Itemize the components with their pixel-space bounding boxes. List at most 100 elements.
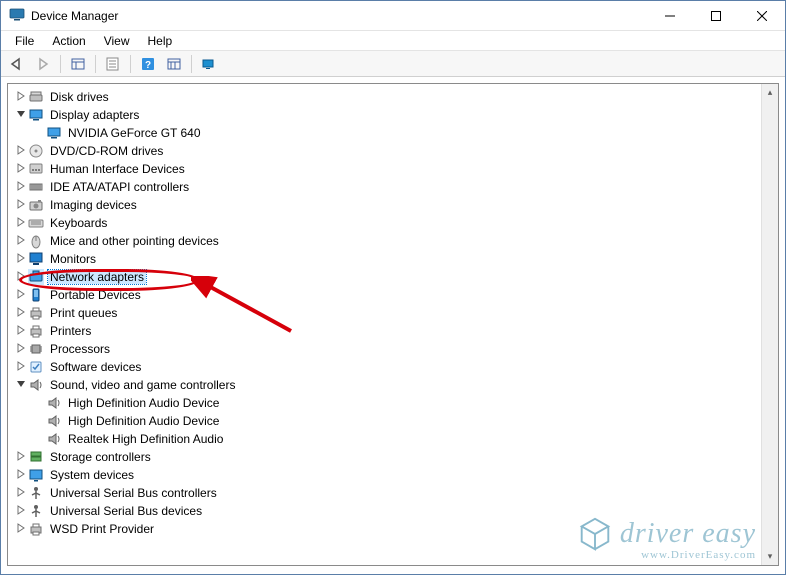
back-button[interactable] [5,53,29,75]
toolbar-separator [191,55,192,73]
expand-icon[interactable] [14,505,28,518]
menu-action[interactable]: Action [44,32,93,50]
menu-file[interactable]: File [7,32,42,50]
cpu-icon [28,341,44,357]
device-tree[interactable]: Disk drives Display adapters NVIDIA GeFor… [8,84,778,542]
close-button[interactable] [739,1,785,31]
tree-node[interactable]: NVIDIA GeForce GT 640 [10,124,776,142]
expand-icon[interactable] [14,163,28,176]
scroll-down-button[interactable]: ▾ [762,548,779,565]
toggle-blank [32,398,46,408]
expand-icon[interactable] [14,361,28,374]
tree-node-label: System devices [48,468,136,482]
expand-icon[interactable] [14,451,28,464]
speaker-icon [46,395,62,411]
tree-node[interactable]: Monitors [10,250,776,268]
expand-icon[interactable] [14,235,28,248]
tree-node[interactable]: Imaging devices [10,196,776,214]
tree-node-label: Portable Devices [48,288,143,302]
tree-node[interactable]: Universal Serial Bus controllers [10,484,776,502]
expand-icon[interactable] [14,487,28,500]
menu-view[interactable]: View [96,32,138,50]
tree-node[interactable]: Keyboards [10,214,776,232]
usb-icon [28,485,44,501]
tree-node[interactable]: DVD/CD-ROM drives [10,142,776,160]
tree-node[interactable]: Processors [10,340,776,358]
tree-node-label: NVIDIA GeForce GT 640 [66,126,203,140]
tree-node-label: Universal Serial Bus controllers [48,486,219,500]
tree-node[interactable]: System devices [10,466,776,484]
tree-node[interactable]: Software devices [10,358,776,376]
expand-icon[interactable] [14,523,28,536]
tree-node-label: Sound, video and game controllers [48,378,237,392]
tree-node[interactable]: IDE ATA/ATAPI controllers [10,178,776,196]
tree-node[interactable]: Mice and other pointing devices [10,232,776,250]
expand-icon[interactable] [14,253,28,266]
keyboard-icon [28,215,44,231]
properties-button[interactable] [101,53,125,75]
disk-icon [28,89,44,105]
tree-node[interactable]: WSD Print Provider [10,520,776,538]
tree-node[interactable]: Sound, video and game controllers [10,376,776,394]
collapse-icon[interactable] [14,379,28,392]
collapse-icon[interactable] [14,109,28,122]
tree-node[interactable]: Print queues [10,304,776,322]
tree-node[interactable]: Printers [10,322,776,340]
expand-icon[interactable] [14,181,28,194]
tree-node-label: DVD/CD-ROM drives [48,144,165,158]
tree-node[interactable]: High Definition Audio Device [10,412,776,430]
tree-node[interactable]: Human Interface Devices [10,160,776,178]
menu-help[interactable]: Help [140,32,181,50]
expand-icon[interactable] [14,199,28,212]
tree-node[interactable]: High Definition Audio Device [10,394,776,412]
expand-icon[interactable] [14,145,28,158]
expand-icon[interactable] [14,91,28,104]
tree-node[interactable]: Portable Devices [10,286,776,304]
ide-icon [28,179,44,195]
system-icon [28,467,44,483]
details-button[interactable] [162,53,186,75]
tree-node[interactable]: Realtek High Definition Audio [10,430,776,448]
tree-node-label: Disk drives [48,90,111,104]
toolbar: ? [1,51,785,77]
toggle-blank [32,128,46,138]
speaker-icon [46,413,62,429]
help-button[interactable]: ? [136,53,160,75]
monitor-icon [28,251,44,267]
expand-icon[interactable] [14,289,28,302]
tree-node-label: Printers [48,324,93,338]
tree-node-label: Mice and other pointing devices [48,234,221,248]
hid-icon [28,161,44,177]
toolbar-separator [130,55,131,73]
tree-node-label: Imaging devices [48,198,139,212]
scrollbar-vertical[interactable]: ▴ ▾ [761,84,778,565]
expand-icon[interactable] [14,325,28,338]
scroll-up-button[interactable]: ▴ [762,84,779,101]
minimize-button[interactable] [647,1,693,31]
forward-button[interactable] [31,53,55,75]
show-hidden-button[interactable] [66,53,90,75]
expand-icon[interactable] [14,217,28,230]
toolbar-separator [60,55,61,73]
tree-node[interactable]: Universal Serial Bus devices [10,502,776,520]
printer-icon [28,323,44,339]
expand-icon[interactable] [14,469,28,482]
monitor-tiny-icon [28,107,44,123]
tree-node[interactable]: Storage controllers [10,448,776,466]
tree-node-label: Display adapters [48,108,141,122]
expand-icon[interactable] [14,343,28,356]
watermark-url: www.DriverEasy.com [576,549,756,561]
expand-icon[interactable] [14,271,28,284]
printer-icon [28,521,44,537]
toolbar-separator [95,55,96,73]
maximize-button[interactable] [693,1,739,31]
tree-node[interactable]: Disk drives [10,88,776,106]
tree-node[interactable]: Network adapters [10,268,776,286]
tree-node-label: WSD Print Provider [48,522,156,536]
software-icon [28,359,44,375]
printer-icon [28,305,44,321]
expand-icon[interactable] [14,307,28,320]
device-tree-panel: Disk drives Display adapters NVIDIA GeFor… [7,83,779,566]
scan-button[interactable] [197,53,221,75]
tree-node[interactable]: Display adapters [10,106,776,124]
